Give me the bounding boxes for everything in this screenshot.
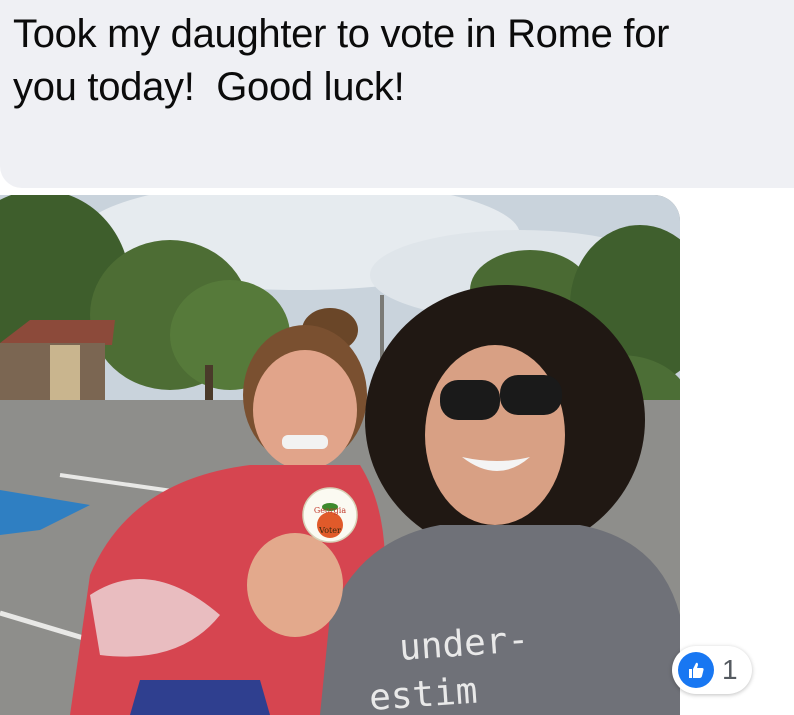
post-message-bubble: Took my daughter to vote in Rome for you… [0,0,794,188]
post-text: Took my daughter to vote in Rome for you… [13,12,670,109]
svg-text:estim: estim [368,671,479,715]
post-photo[interactable]: Georgia Voter under- estim [0,195,680,715]
reaction-pill[interactable]: 1 [672,646,752,694]
sticker-text: Georgia [314,506,346,515]
like-thumbs-up-icon [678,652,714,688]
svg-text:Voter: Voter [318,526,341,535]
reaction-count: 1 [722,654,738,685]
shed [0,320,115,403]
